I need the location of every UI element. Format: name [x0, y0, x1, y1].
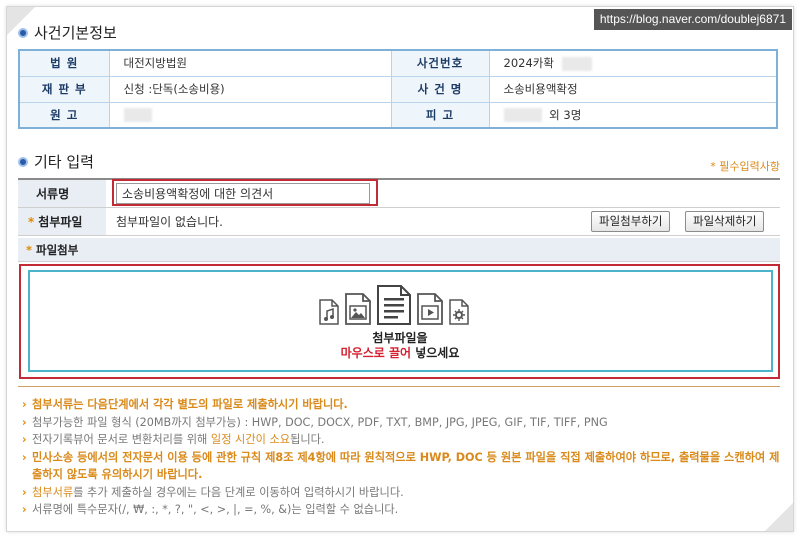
table-row: 재 판 부 신청 :단독(소송비용) 사 건 명 소송비용액확정 [18, 75, 778, 103]
video-file-icon [416, 292, 444, 329]
doc-name-highlight [112, 179, 378, 206]
section-bullet-icon [18, 27, 28, 38]
image-file-icon [344, 292, 372, 329]
defendant-label: 피 고 [390, 101, 490, 129]
note-highlight: 일정 시간이 소요 [210, 433, 291, 446]
note-text: 됩니다. [290, 433, 325, 446]
case-name-label: 사 건 명 [390, 75, 490, 103]
note-item: 민사소송 등에서의 전자문서 이용 등에 관한 규칙 제8조 제4항에 따라 원… [22, 449, 780, 484]
drop-instruction-line2: 마우스로 끌어 넣으세요 [0, 344, 800, 361]
watermark: https://blog.naver.com/doublej6871 [593, 9, 792, 30]
note-text: 전자기록뷰어 문서로 변환처리를 위해 [32, 433, 211, 446]
defendant-value: 외 3명 [549, 107, 582, 122]
doc-name-label: 서류명 [18, 180, 106, 207]
redacted-block [503, 108, 542, 123]
court-label: 법 원 [18, 49, 110, 77]
note-item: 첨부가능한 파일 형식 (20MB까지 첨부가능) : HWP, DOC, DO… [22, 414, 780, 432]
court-division-label: 재 판 부 [18, 75, 110, 103]
case-info-title: 사건기본정보 [18, 22, 117, 43]
file-attach-label: 파일첨부 [36, 242, 79, 257]
case-info-title-text: 사건기본정보 [34, 24, 117, 42]
plaintiff-label: 원 고 [18, 101, 110, 129]
etc-input-title: 기타 입력 [18, 151, 94, 172]
etc-input-title-text: 기타 입력 [34, 153, 94, 171]
plaintiff-cell [108, 101, 392, 129]
file-attach-header: * 파일첨부 [18, 238, 780, 262]
section-bullet-icon [18, 156, 28, 167]
case-number-cell: 2024카확 [488, 49, 778, 77]
redacted-block [561, 56, 592, 71]
settings-file-icon [448, 298, 470, 329]
note-item: 첨부서류를 추가 제출하실 경우에는 다음 단계로 이동하여 입력하시기 바랍니… [22, 484, 780, 502]
notes-list: 첨부서류는 다음단계에서 각각 별도의 파일로 제출하시기 바랍니다. 첨부가능… [22, 396, 780, 519]
note-item: 서류명에 특수문자(/, ₩, :, *, ?, ", <, >, |, =, … [22, 501, 780, 519]
note-highlight: 첨부서류 [32, 485, 74, 499]
no-attachment-text: 첨부파일이 없습니다. [116, 215, 223, 229]
attachment-label-cell: * 첨부파일 [18, 208, 106, 235]
file-type-icons [318, 284, 474, 329]
case-number-value: 2024카확 [503, 56, 554, 71]
case-number-label: 사건번호 [390, 49, 490, 77]
notes-divider [18, 386, 780, 387]
required-fields-note: * 필수입력사항 [710, 160, 780, 173]
note-item: 첨부서류는 다음단계에서 각각 별도의 파일로 제출하시기 바랍니다. [22, 396, 780, 414]
drop-instruction-highlight: 마우스로 끌어 [340, 346, 412, 360]
attachment-label: 첨부파일 [38, 215, 83, 229]
document-file-icon [376, 284, 412, 329]
court-division-value: 신청 :단독(소송비용) [108, 75, 392, 103]
court-value: 대전지방법원 [108, 49, 392, 77]
drop-instruction-rest: 넣으세요 [411, 346, 460, 360]
redacted-block [123, 108, 152, 122]
note-text: 를 추가 제출하실 경우에는 다음 단계로 이동하여 입력하시기 바랍니다. [73, 485, 404, 499]
required-star-icon: * [28, 214, 35, 229]
delete-file-button[interactable]: 파일삭제하기 [685, 211, 765, 232]
required-star-icon: * [26, 242, 33, 257]
case-info-table: 법 원 대전지방법원 사건번호 2024카확 재 판 부 신청 :단독(소송비용… [18, 49, 778, 129]
attachment-cell: 첨부파일이 없습니다. [106, 208, 780, 235]
attach-file-button[interactable]: 파일첨부하기 [591, 211, 671, 232]
case-name-value: 소송비용액확정 [488, 75, 778, 103]
table-row: 법 원 대전지방법원 사건번호 2024카확 [18, 49, 778, 77]
table-row: 원 고 피 고 외 3명 [18, 101, 778, 129]
defendant-cell: 외 3명 [488, 101, 778, 129]
note-item: 전자기록뷰어 문서로 변환처리를 위해 일정 시간이 소요됩니다. [22, 431, 780, 449]
audio-file-icon [318, 298, 340, 329]
